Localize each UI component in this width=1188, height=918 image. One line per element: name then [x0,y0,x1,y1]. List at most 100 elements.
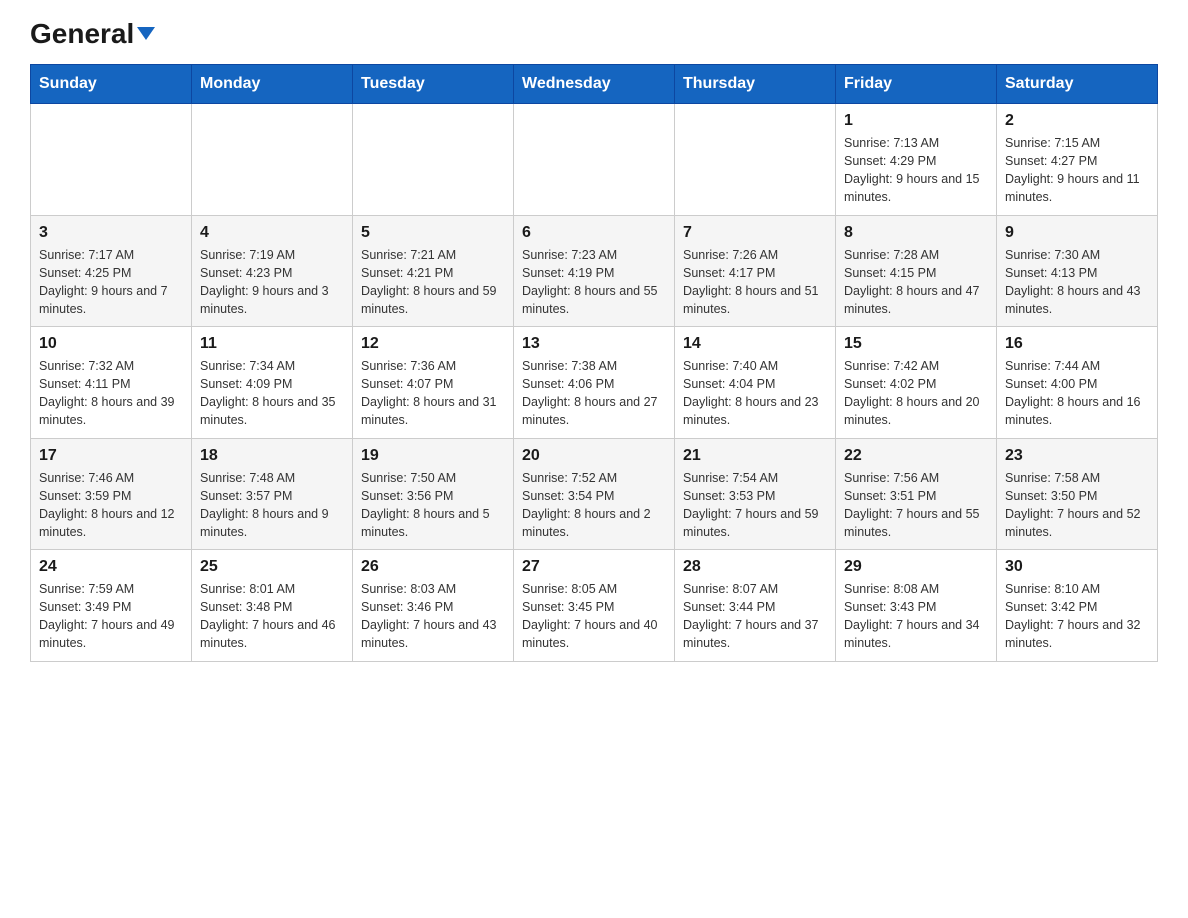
calendar-week-row: 17Sunrise: 7:46 AM Sunset: 3:59 PM Dayli… [31,438,1158,550]
calendar-week-row: 10Sunrise: 7:32 AM Sunset: 4:11 PM Dayli… [31,327,1158,439]
day-number: 7 [683,224,827,242]
day-info: Sunrise: 7:19 AM Sunset: 4:23 PM Dayligh… [200,246,344,319]
day-info: Sunrise: 7:42 AM Sunset: 4:02 PM Dayligh… [844,357,988,430]
day-number: 8 [844,224,988,242]
day-info: Sunrise: 8:03 AM Sunset: 3:46 PM Dayligh… [361,580,505,653]
day-info: Sunrise: 7:54 AM Sunset: 3:53 PM Dayligh… [683,469,827,542]
day-info: Sunrise: 8:05 AM Sunset: 3:45 PM Dayligh… [522,580,666,653]
calendar-cell: 28 Sunrise: 8:07 AM Sunset: 3:44 PM Dayli… [675,550,836,662]
calendar-cell: 17Sunrise: 7:46 AM Sunset: 3:59 PM Dayli… [31,438,192,550]
logo-line1: General [30,20,155,48]
day-info: Sunrise: 7:46 AM Sunset: 3:59 PM Dayligh… [39,469,183,542]
weekday-header-friday: Friday [836,65,997,104]
calendar-cell: 6 Sunrise: 7:23 AM Sunset: 4:19 PM Daylig… [514,215,675,327]
weekday-header-monday: Monday [192,65,353,104]
calendar-cell: 7Sunrise: 7:26 AM Sunset: 4:17 PM Daylig… [675,215,836,327]
weekday-header-sunday: Sunday [31,65,192,104]
calendar-cell: 2Sunrise: 7:15 AM Sunset: 4:27 PM Daylig… [997,104,1158,216]
day-number: 28 [683,558,827,576]
day-number: 4 [200,224,344,242]
calendar-cell: 10Sunrise: 7:32 AM Sunset: 4:11 PM Dayli… [31,327,192,439]
day-number: 6 [522,224,666,242]
calendar-cell: 9 Sunrise: 7:30 AM Sunset: 4:13 PM Daylig… [997,215,1158,327]
calendar-cell: 4 Sunrise: 7:19 AM Sunset: 4:23 PM Daylig… [192,215,353,327]
day-info: Sunrise: 7:48 AM Sunset: 3:57 PM Dayligh… [200,469,344,542]
calendar-cell [353,104,514,216]
calendar-cell: 29 Sunrise: 8:08 AM Sunset: 3:43 PM Dayli… [836,550,997,662]
calendar-cell [514,104,675,216]
day-info: Sunrise: 7:44 AM Sunset: 4:00 PM Dayligh… [1005,357,1149,430]
weekday-header-row: SundayMondayTuesdayWednesdayThursdayFrid… [31,65,1158,104]
day-info: Sunrise: 7:30 AM Sunset: 4:13 PM Dayligh… [1005,246,1149,319]
calendar-cell: 25 Sunrise: 8:01 AM Sunset: 3:48 PM Dayli… [192,550,353,662]
calendar-cell: 20 Sunrise: 7:52 AM Sunset: 3:54 PM Dayli… [514,438,675,550]
logo: General [30,20,155,44]
day-number: 26 [361,558,505,576]
calendar-cell: 21 Sunrise: 7:54 AM Sunset: 3:53 PM Dayli… [675,438,836,550]
calendar-cell: 15 Sunrise: 7:42 AM Sunset: 4:02 PM Dayli… [836,327,997,439]
calendar-cell: 30 Sunrise: 8:10 AM Sunset: 3:42 PM Dayli… [997,550,1158,662]
day-info: Sunrise: 7:36 AM Sunset: 4:07 PM Dayligh… [361,357,505,430]
day-number: 5 [361,224,505,242]
day-info: Sunrise: 7:58 AM Sunset: 3:50 PM Dayligh… [1005,469,1149,542]
calendar-table: SundayMondayTuesdayWednesdayThursdayFrid… [30,64,1158,662]
day-number: 21 [683,447,827,465]
calendar-cell: 19 Sunrise: 7:50 AM Sunset: 3:56 PM Dayli… [353,438,514,550]
day-info: Sunrise: 8:08 AM Sunset: 3:43 PM Dayligh… [844,580,988,653]
day-info: Sunrise: 7:56 AM Sunset: 3:51 PM Dayligh… [844,469,988,542]
day-number: 25 [200,558,344,576]
calendar-cell: 23 Sunrise: 7:58 AM Sunset: 3:50 PM Dayli… [997,438,1158,550]
day-number: 1 [844,112,988,130]
calendar-cell: 22 Sunrise: 7:56 AM Sunset: 3:51 PM Dayli… [836,438,997,550]
day-info: Sunrise: 7:23 AM Sunset: 4:19 PM Dayligh… [522,246,666,319]
day-number: 24 [39,558,183,576]
calendar-cell: 26 Sunrise: 8:03 AM Sunset: 3:46 PM Dayli… [353,550,514,662]
calendar-cell: 1 Sunrise: 7:13 AM Sunset: 4:29 PM Daylig… [836,104,997,216]
calendar-week-row: 1 Sunrise: 7:13 AM Sunset: 4:29 PM Daylig… [31,104,1158,216]
day-number: 27 [522,558,666,576]
day-number: 30 [1005,558,1149,576]
calendar-cell: 8 Sunrise: 7:28 AM Sunset: 4:15 PM Daylig… [836,215,997,327]
day-info: Sunrise: 7:52 AM Sunset: 3:54 PM Dayligh… [522,469,666,542]
calendar-cell: 5 Sunrise: 7:21 AM Sunset: 4:21 PM Daylig… [353,215,514,327]
day-number: 3 [39,224,183,242]
day-info: Sunrise: 7:28 AM Sunset: 4:15 PM Dayligh… [844,246,988,319]
calendar-cell [675,104,836,216]
day-info: Sunrise: 7:38 AM Sunset: 4:06 PM Dayligh… [522,357,666,430]
day-info: Sunrise: 7:59 AM Sunset: 3:49 PM Dayligh… [39,580,183,653]
weekday-header-saturday: Saturday [997,65,1158,104]
day-number: 12 [361,335,505,353]
day-number: 29 [844,558,988,576]
calendar-cell: 16Sunrise: 7:44 AM Sunset: 4:00 PM Dayli… [997,327,1158,439]
day-info: Sunrise: 8:10 AM Sunset: 3:42 PM Dayligh… [1005,580,1149,653]
weekday-header-thursday: Thursday [675,65,836,104]
day-number: 14 [683,335,827,353]
day-number: 13 [522,335,666,353]
weekday-header-wednesday: Wednesday [514,65,675,104]
day-number: 23 [1005,447,1149,465]
weekday-header-tuesday: Tuesday [353,65,514,104]
day-number: 22 [844,447,988,465]
day-number: 18 [200,447,344,465]
day-info: Sunrise: 7:17 AM Sunset: 4:25 PM Dayligh… [39,246,183,319]
day-info: Sunrise: 7:32 AM Sunset: 4:11 PM Dayligh… [39,357,183,430]
calendar-cell: 13 Sunrise: 7:38 AM Sunset: 4:06 PM Dayli… [514,327,675,439]
day-info: Sunrise: 7:50 AM Sunset: 3:56 PM Dayligh… [361,469,505,542]
calendar-cell: 12 Sunrise: 7:36 AM Sunset: 4:07 PM Dayli… [353,327,514,439]
calendar-cell: 3 Sunrise: 7:17 AM Sunset: 4:25 PM Daylig… [31,215,192,327]
day-number: 20 [522,447,666,465]
day-info: Sunrise: 8:07 AM Sunset: 3:44 PM Dayligh… [683,580,827,653]
calendar-cell: 24 Sunrise: 7:59 AM Sunset: 3:49 PM Dayli… [31,550,192,662]
calendar-cell: 14Sunrise: 7:40 AM Sunset: 4:04 PM Dayli… [675,327,836,439]
day-number: 15 [844,335,988,353]
day-info: Sunrise: 7:21 AM Sunset: 4:21 PM Dayligh… [361,246,505,319]
day-info: Sunrise: 7:13 AM Sunset: 4:29 PM Dayligh… [844,134,988,207]
day-info: Sunrise: 8:01 AM Sunset: 3:48 PM Dayligh… [200,580,344,653]
calendar-cell: 27 Sunrise: 8:05 AM Sunset: 3:45 PM Dayli… [514,550,675,662]
day-info: Sunrise: 7:15 AM Sunset: 4:27 PM Dayligh… [1005,134,1149,207]
day-number: 19 [361,447,505,465]
calendar-cell: 18 Sunrise: 7:48 AM Sunset: 3:57 PM Dayli… [192,438,353,550]
day-number: 9 [1005,224,1149,242]
day-info: Sunrise: 7:34 AM Sunset: 4:09 PM Dayligh… [200,357,344,430]
calendar-week-row: 24 Sunrise: 7:59 AM Sunset: 3:49 PM Dayli… [31,550,1158,662]
